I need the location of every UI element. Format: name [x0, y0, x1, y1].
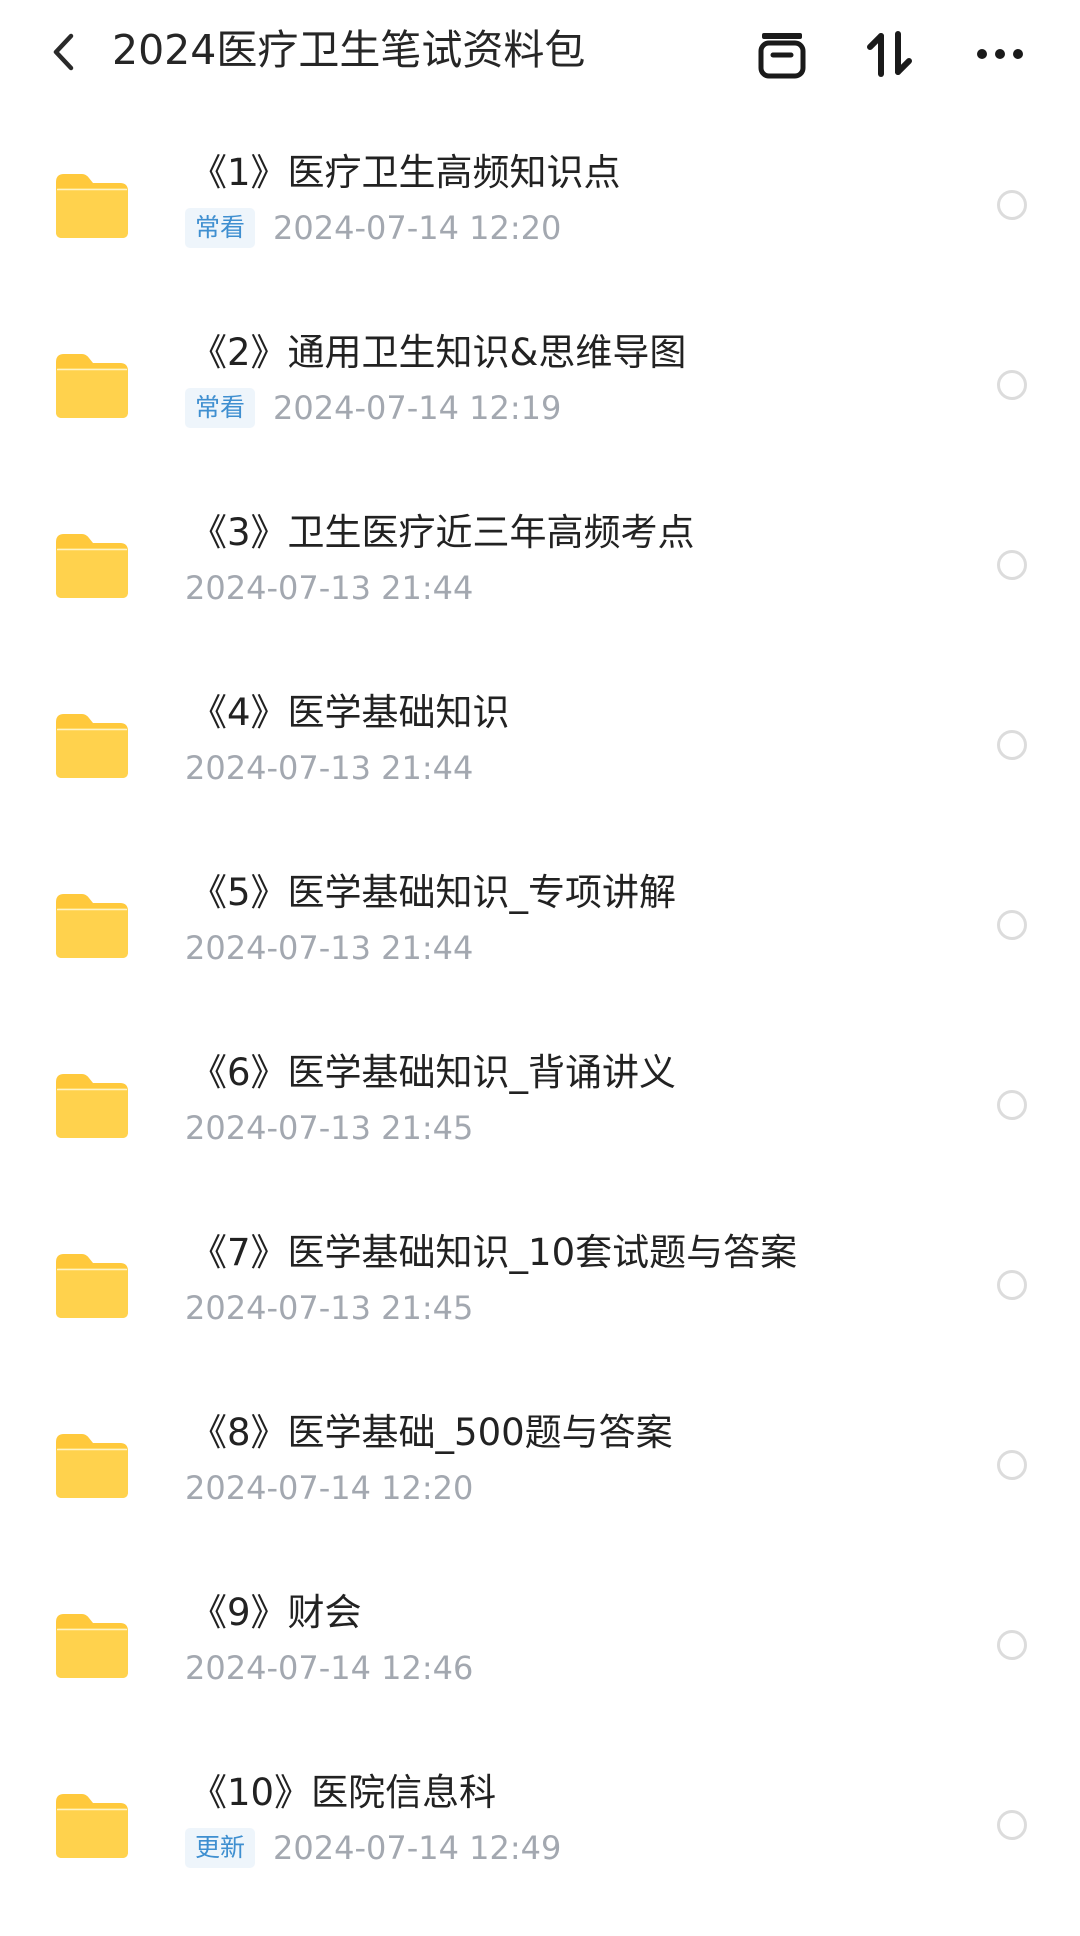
folder-icon	[56, 1074, 128, 1138]
folder-date: 2024-07-14 12:19	[273, 389, 562, 427]
select-radio[interactable]	[997, 550, 1027, 580]
folder-meta: 2024-07-14 12:20	[185, 1466, 473, 1510]
folder-meta: 2024-07-13 21:45	[185, 1106, 473, 1150]
folder-icon	[56, 1434, 128, 1498]
folder-icon	[56, 174, 128, 238]
back-arrow-icon	[53, 33, 74, 71]
folder-date: 2024-07-14 12:20	[185, 1469, 474, 1507]
folder-icon	[56, 1614, 128, 1678]
folder-date: 2024-07-13 21:45	[185, 1109, 474, 1147]
folder-row[interactable]: 《8》医学基础_500题与答案 2024-07-14 12:20	[0, 1388, 1080, 1568]
select-radio[interactable]	[997, 1450, 1027, 1480]
folder-name: 《3》卫生医疗近三年高频考点	[190, 511, 695, 554]
folder-icon	[56, 534, 128, 598]
folder-row[interactable]: 《1》医疗卫生高频知识点 常看 2024-07-14 12:20	[0, 128, 1080, 308]
folder-name: 《5》医学基础知识_专项讲解	[190, 871, 677, 914]
select-radio[interactable]	[997, 1090, 1027, 1120]
folder-icon	[56, 354, 128, 418]
folder-name: 《1》医疗卫生高频知识点	[190, 151, 621, 194]
folder-tag-badge: 更新	[185, 1828, 256, 1868]
folder-name: 《2》通用卫生知识&思维导图	[190, 331, 687, 374]
folder-name: 《10》医院信息科	[190, 1771, 497, 1814]
folder-name: 《8》医学基础_500题与答案	[190, 1411, 673, 1454]
select-radio[interactable]	[997, 910, 1027, 940]
folder-row[interactable]: 《10》医院信息科 更新 2024-07-14 12:49	[0, 1748, 1080, 1928]
folder-meta: 2024-07-13 21:44	[185, 566, 473, 610]
folder-row[interactable]: 《7》医学基础知识_10套试题与答案 2024-07-13 21:45	[0, 1208, 1080, 1388]
folder-tag-badge: 常看	[185, 388, 256, 428]
folder-row[interactable]: 《3》卫生医疗近三年高频考点 2024-07-13 21:44	[0, 488, 1080, 668]
top-bar: 2024医疗卫生笔试资料包	[0, 0, 1080, 104]
archive-box-icon	[758, 33, 806, 79]
more-dots-icon	[977, 49, 1023, 59]
folder-meta: 2024-07-13 21:44	[185, 746, 473, 790]
folder-meta: 更新 2024-07-14 12:49	[185, 1826, 561, 1870]
select-radio[interactable]	[997, 190, 1027, 220]
folder-name: 《6》医学基础知识_背诵讲义	[190, 1051, 677, 1094]
folder-row[interactable]: 《2》通用卫生知识&思维导图 常看 2024-07-14 12:19	[0, 308, 1080, 488]
folder-date: 2024-07-14 12:46	[185, 1649, 474, 1687]
folder-date: 2024-07-13 21:44	[185, 929, 474, 967]
folder-name: 《7》医学基础知识_10套试题与答案	[190, 1231, 798, 1274]
select-radio[interactable]	[997, 730, 1027, 760]
folder-date: 2024-07-13 21:44	[185, 569, 474, 607]
folder-date: 2024-07-13 21:45	[185, 1289, 474, 1327]
folder-date: 2024-07-14 12:49	[273, 1829, 562, 1867]
sort-button[interactable]	[860, 24, 920, 84]
sort-arrows-icon	[867, 31, 912, 77]
folder-icon	[56, 894, 128, 958]
folder-date: 2024-07-13 21:44	[185, 749, 474, 787]
back-button[interactable]	[40, 24, 88, 80]
folder-meta: 常看 2024-07-14 12:19	[185, 386, 561, 430]
page-title: 2024医疗卫生笔试资料包	[112, 26, 586, 74]
folder-row[interactable]: 《4》医学基础知识 2024-07-13 21:44	[0, 668, 1080, 848]
folder-name: 《9》财会	[190, 1591, 362, 1634]
folder-row[interactable]: 《6》医学基础知识_背诵讲义 2024-07-13 21:45	[0, 1028, 1080, 1208]
folder-list: 《1》医疗卫生高频知识点 常看 2024-07-14 12:20 《2》通用卫生…	[0, 128, 1080, 1928]
folder-tag-badge: 常看	[185, 208, 256, 248]
more-button[interactable]	[970, 24, 1030, 84]
folder-row[interactable]: 《9》财会 2024-07-14 12:46	[0, 1568, 1080, 1748]
folder-meta: 2024-07-13 21:44	[185, 926, 473, 970]
select-radio[interactable]	[997, 1270, 1027, 1300]
folder-meta: 2024-07-14 12:46	[185, 1646, 473, 1690]
folder-meta: 常看 2024-07-14 12:20	[185, 206, 561, 250]
folder-icon	[56, 1794, 128, 1858]
folder-date: 2024-07-14 12:20	[273, 209, 562, 247]
folder-row[interactable]: 《5》医学基础知识_专项讲解 2024-07-13 21:44	[0, 848, 1080, 1028]
select-radio[interactable]	[997, 1810, 1027, 1840]
folder-name: 《4》医学基础知识	[190, 691, 510, 734]
folder-meta: 2024-07-13 21:45	[185, 1286, 473, 1330]
select-radio[interactable]	[997, 370, 1027, 400]
folder-icon	[56, 714, 128, 778]
select-radio[interactable]	[997, 1630, 1027, 1660]
archive-button[interactable]	[752, 24, 812, 84]
folder-icon	[56, 1254, 128, 1318]
